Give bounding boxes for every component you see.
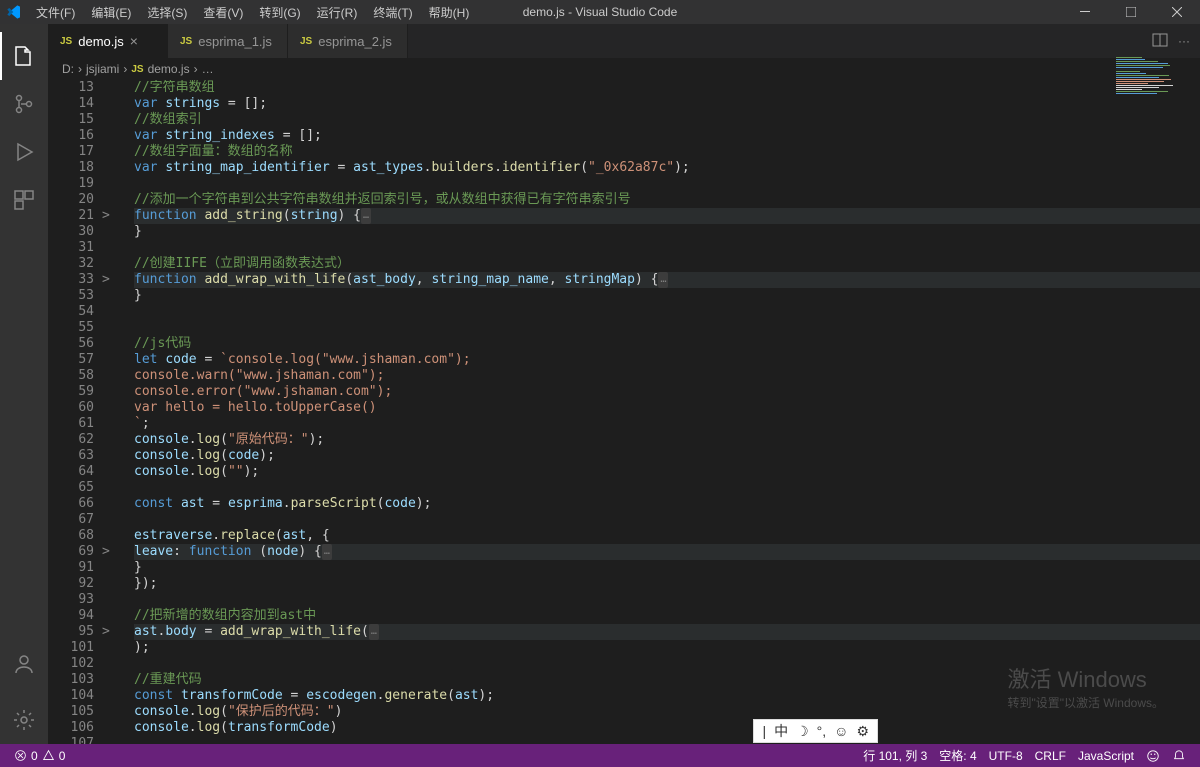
code-editor[interactable]: 1314151617181920213031323353545556575859… bbox=[48, 80, 1200, 744]
split-editor-icon[interactable] bbox=[1152, 32, 1168, 51]
status-language[interactable]: JavaScript bbox=[1072, 747, 1140, 764]
menubar: 文件(F)编辑(E)选择(S)查看(V)转到(G)运行(R)终端(T)帮助(H) bbox=[28, 0, 477, 24]
windows-activation-watermark: 激活 Windows 转到"设置"以激活 Windows。 bbox=[1007, 662, 1164, 711]
run-debug-icon[interactable] bbox=[0, 128, 48, 176]
js-file-icon: JS bbox=[131, 64, 143, 75]
minimize-button[interactable] bbox=[1062, 0, 1108, 24]
menu-item[interactable]: 终端(T) bbox=[365, 0, 420, 24]
ime-settings-icon[interactable]: ⚙ bbox=[856, 723, 869, 740]
ime-symbol-icon[interactable]: °, bbox=[817, 723, 827, 739]
js-file-icon: JS bbox=[180, 36, 192, 47]
menu-item[interactable]: 文件(F) bbox=[28, 0, 83, 24]
menu-item[interactable]: 编辑(E) bbox=[83, 0, 139, 24]
activity-bar bbox=[0, 24, 48, 744]
breadcrumb-seg[interactable]: demo.js bbox=[148, 62, 190, 76]
js-file-icon: JS bbox=[60, 36, 72, 47]
tab-bar: JS demo.js × JS esprima_1.js JS esprima_2.js ·… bbox=[48, 24, 1200, 58]
ime-moon-icon[interactable]: ☽ bbox=[796, 723, 809, 740]
menu-item[interactable]: 转到(G) bbox=[251, 0, 308, 24]
menu-item[interactable]: 查看(V) bbox=[195, 0, 251, 24]
status-bar: 0 0 行 101, 列 3 空格: 4 UTF-8 CRLF JavaScri… bbox=[0, 744, 1200, 767]
tab-label: esprima_2.js bbox=[318, 34, 392, 49]
status-ln-col[interactable]: 行 101, 列 3 bbox=[857, 747, 933, 764]
source-control-icon[interactable] bbox=[0, 80, 48, 128]
editor-tab[interactable]: JS esprima_2.js bbox=[288, 24, 408, 58]
account-icon[interactable] bbox=[0, 640, 48, 688]
ime-separator-icon: | bbox=[762, 723, 766, 739]
editor-tab[interactable]: JS demo.js × bbox=[48, 24, 168, 58]
status-bell-icon[interactable] bbox=[1166, 747, 1192, 764]
menu-item[interactable]: 选择(S) bbox=[139, 0, 195, 24]
titlebar: 文件(F)编辑(E)选择(S)查看(V)转到(G)运行(R)终端(T)帮助(H)… bbox=[0, 0, 1200, 24]
tab-label: demo.js bbox=[78, 34, 124, 49]
breadcrumb-seg[interactable]: D: bbox=[62, 62, 74, 76]
breadcrumb[interactable]: D: › jsjiami › JS demo.js › … bbox=[48, 58, 1200, 80]
ime-language[interactable]: 中 bbox=[774, 721, 788, 741]
close-button[interactable] bbox=[1154, 0, 1200, 24]
breadcrumb-seg[interactable]: … bbox=[202, 62, 214, 76]
vscode-logo-icon bbox=[0, 4, 28, 20]
status-spaces[interactable]: 空格: 4 bbox=[933, 747, 982, 764]
js-file-icon: JS bbox=[300, 36, 312, 47]
close-tab-icon[interactable]: × bbox=[130, 33, 138, 49]
menu-item[interactable]: 运行(R) bbox=[309, 0, 366, 24]
settings-gear-icon[interactable] bbox=[0, 696, 48, 744]
ime-toolbar[interactable]: | 中 ☽ °, ☺ ⚙ bbox=[753, 719, 878, 743]
status-encoding[interactable]: UTF-8 bbox=[983, 747, 1029, 764]
status-feedback-icon[interactable] bbox=[1140, 747, 1166, 764]
explorer-icon[interactable] bbox=[0, 32, 48, 80]
extensions-icon[interactable] bbox=[0, 176, 48, 224]
maximize-button[interactable] bbox=[1108, 0, 1154, 24]
status-errors[interactable]: 0 0 bbox=[8, 749, 71, 763]
status-eol[interactable]: CRLF bbox=[1029, 747, 1072, 764]
breadcrumb-seg[interactable]: jsjiami bbox=[86, 62, 119, 76]
tab-label: esprima_1.js bbox=[198, 34, 272, 49]
menu-item[interactable]: 帮助(H) bbox=[421, 0, 478, 24]
ime-face-icon[interactable]: ☺ bbox=[834, 723, 848, 739]
window-title: demo.js - Visual Studio Code bbox=[523, 5, 678, 19]
more-actions-icon[interactable]: ··· bbox=[1178, 34, 1190, 48]
editor-tab[interactable]: JS esprima_1.js bbox=[168, 24, 288, 58]
